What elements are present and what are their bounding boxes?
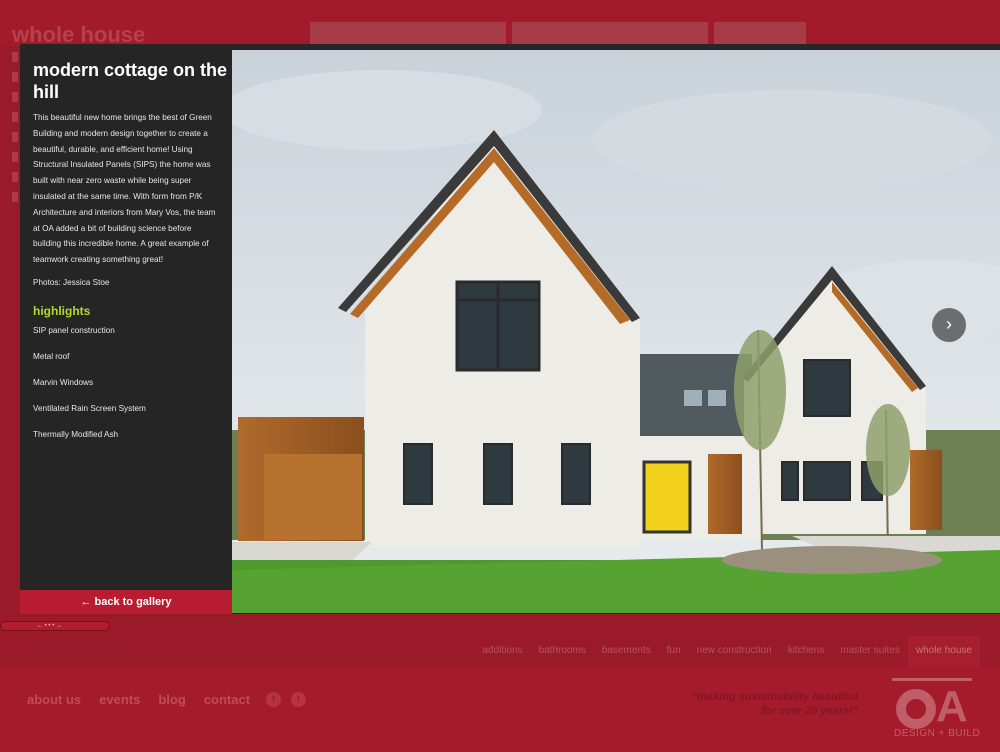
project-info-panel: modern cottage on the hill This beautifu… bbox=[20, 44, 232, 614]
highlight-item: Marvin Windows bbox=[33, 378, 94, 387]
photos-credit: Photos: Jessica Stoe bbox=[33, 278, 110, 287]
highlight-item: Thermally Modified Ash bbox=[33, 430, 119, 439]
project-title: modern cottage on the hill bbox=[33, 60, 228, 102]
back-to-gallery-button[interactable]: ← back to gallery bbox=[20, 590, 232, 614]
highlight-item: Metal roof bbox=[33, 352, 70, 361]
project-description: This beautiful new home brings the best … bbox=[33, 113, 216, 265]
project-lightbox: modern cottage on the hill This beautifu… bbox=[20, 44, 1000, 614]
highlight-item: SIP panel construction bbox=[33, 326, 115, 335]
highlights-heading: highlights bbox=[33, 304, 91, 318]
project-photo bbox=[232, 50, 1000, 613]
gallery-pager-arrows: ← • • • → bbox=[37, 623, 62, 629]
highlight-item: Ventilated Rain Screen System bbox=[33, 404, 146, 413]
house-photo-illustration bbox=[232, 50, 1000, 613]
chevron-right-icon: › bbox=[946, 314, 952, 334]
gallery-pager[interactable]: ← • • • → bbox=[0, 621, 110, 631]
next-image-button[interactable]: › bbox=[932, 308, 966, 342]
